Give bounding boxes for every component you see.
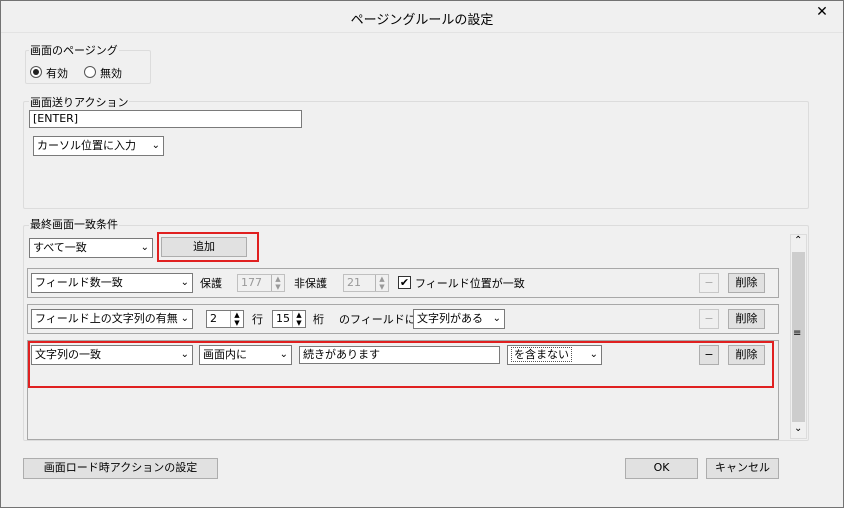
row1-position-checkbox[interactable]: ✔ <box>398 276 411 289</box>
action-mode-value: カーソル位置に入力 <box>37 139 136 152</box>
row2-field-label: のフィールドに <box>339 313 416 326</box>
scroll-grip-icon: ≡ <box>793 328 802 339</box>
highlight-row-3 <box>28 341 774 388</box>
chevron-down-icon: ⌄ <box>180 313 189 324</box>
row1-unprotect-value: 21 <box>347 276 361 289</box>
row2-col-label: 桁 <box>313 313 324 326</box>
chevron-down-icon: ⌄ <box>492 313 501 324</box>
row1-protect-value: 177 <box>241 276 262 289</box>
row1-position-label: フィールド位置が一致 <box>415 277 525 290</box>
row2-delete-button[interactable]: 削除 <box>728 309 765 329</box>
action-mode-select[interactable]: カーソル位置に入力 ⌄ <box>33 136 164 156</box>
conditions-scrollbar[interactable]: ⌃ ≡ ⌄ <box>790 234 807 439</box>
window-title: ページングルールの設定 <box>350 13 494 28</box>
row2-type-select[interactable]: フィールド上の文字列の有無 ⌄ <box>31 309 193 329</box>
row1-delete-button[interactable]: 削除 <box>728 273 765 293</box>
row2-row-value: 2 <box>210 312 217 325</box>
spin-arrows-icon[interactable]: ▲ ▼ <box>292 311 305 327</box>
scroll-thumb[interactable]: ≡ <box>792 252 805 422</box>
paging-enabled-radio[interactable] <box>30 66 42 78</box>
action-group-label: 画面送りアクション <box>29 94 130 110</box>
row1-unprotect-spinner: 21 ▲ ▼ <box>343 274 389 292</box>
match-mode-select[interactable]: すべて一致 ⌄ <box>29 238 153 258</box>
dialog-window: ページングルールの設定 ✕ 画面のページング 有効 無効 画面送りアクション [… <box>0 0 844 508</box>
highlight-add-button <box>157 232 259 262</box>
spin-arrows-icon: ▲ ▼ <box>271 275 284 291</box>
row2-cond-select[interactable]: 文字列がある ⌄ <box>413 309 505 329</box>
action-key-input[interactable]: [ENTER] <box>29 110 302 128</box>
condition-row-1: フィールド数一致 ⌄ 保護 177 ▲ ▼ 非保護 21 ▲ ▼ ✔ フィールド位置が一致… <box>27 268 779 298</box>
chevron-down-icon: ⌄ <box>140 242 149 253</box>
load-action-button[interactable]: 画面ロード時アクションの設定 <box>23 458 218 479</box>
row1-protect-spinner: 177 ▲ ▼ <box>237 274 285 292</box>
paging-disabled-label: 無効 <box>100 67 122 80</box>
paging-disabled-radio[interactable] <box>84 66 96 78</box>
row2-row-spinner[interactable]: 2 ▲ ▼ <box>206 310 244 328</box>
row2-type-value: フィールド上の文字列の有無 <box>35 312 178 325</box>
paging-enabled-label: 有効 <box>46 67 68 80</box>
row2-minus-button[interactable]: − <box>699 309 719 329</box>
row1-unprotect-label: 非保護 <box>294 277 327 290</box>
condition-row-2: フィールド上の文字列の有無 ⌄ 2 ▲ ▼ 行 15 ▲ ▼ 桁 のフィールドに 文字列が… <box>27 304 779 334</box>
match-group-label: 最終画面一致条件 <box>29 216 119 232</box>
row2-col-spinner[interactable]: 15 ▲ ▼ <box>272 310 306 328</box>
row1-minus-button[interactable]: − <box>699 273 719 293</box>
spin-arrows-icon: ▲ ▼ <box>375 275 388 291</box>
chevron-down-icon: ⌄ <box>180 277 189 288</box>
cancel-button[interactable]: キャンセル <box>706 458 779 479</box>
row2-col-value: 15 <box>276 312 290 325</box>
ok-button[interactable]: OK <box>625 458 698 479</box>
row1-type-select[interactable]: フィールド数一致 ⌄ <box>31 273 193 293</box>
match-mode-value: すべて一致 <box>33 241 87 254</box>
spin-arrows-icon[interactable]: ▲ ▼ <box>230 311 243 327</box>
scroll-up-icon[interactable]: ⌃ <box>794 235 802 246</box>
scroll-down-icon[interactable]: ⌄ <box>794 423 802 434</box>
row2-row-label: 行 <box>252 313 263 326</box>
row1-protect-label: 保護 <box>200 277 222 290</box>
paging-group-label: 画面のページング <box>29 42 119 58</box>
title-bar: ページングルールの設定 ✕ <box>1 1 843 33</box>
close-icon[interactable]: ✕ <box>807 2 837 22</box>
row2-cond-value: 文字列がある <box>417 312 483 325</box>
chevron-down-icon: ⌄ <box>151 140 160 151</box>
row1-type-value: フィールド数一致 <box>35 276 123 289</box>
